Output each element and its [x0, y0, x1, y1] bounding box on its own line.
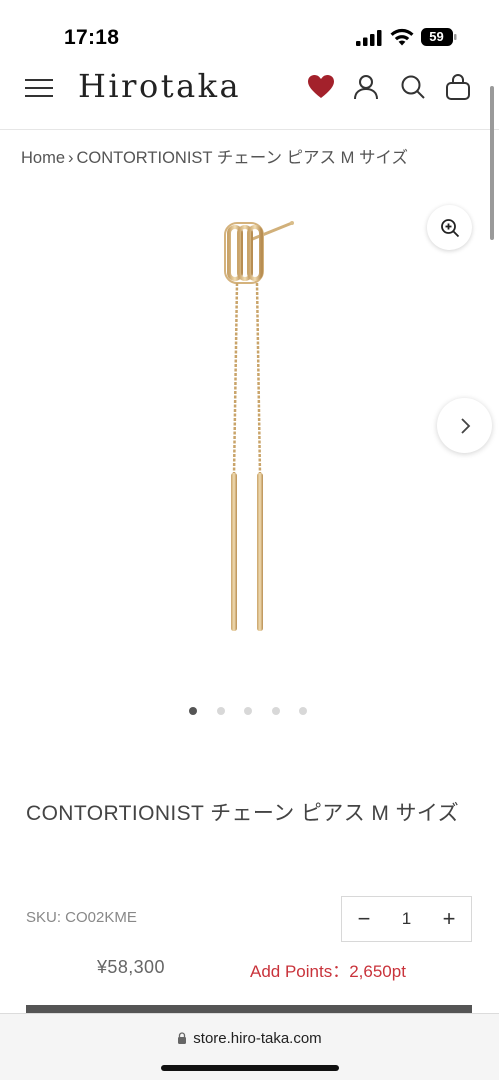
breadcrumb-current: CONTORTIONIST チェーン ピアス M サイズ — [76, 149, 408, 167]
site-logo[interactable]: Hirotaka — [78, 67, 241, 105]
account-icon[interactable] — [353, 74, 379, 100]
quantity-decrease-button[interactable]: − — [342, 897, 386, 941]
site-header: Hirotaka — [0, 64, 499, 130]
battery-icon: 59 — [421, 28, 457, 46]
gallery-dot-3[interactable] — [244, 707, 252, 715]
status-bar: 17:18 59 — [0, 0, 499, 64]
heart-icon[interactable] — [307, 74, 335, 100]
zoom-button[interactable] — [427, 205, 472, 250]
chevron-right-icon — [460, 417, 470, 434]
url-field[interactable]: store.hiro-taka.com — [0, 1030, 499, 1047]
next-image-button[interactable] — [437, 398, 492, 453]
gallery-dot-2[interactable] — [216, 707, 225, 715]
page-scrollbar[interactable] — [490, 86, 494, 240]
status-time: 17:18 — [64, 26, 120, 49]
menu-icon[interactable] — [25, 76, 55, 100]
home-indicator[interactable] — [161, 1065, 339, 1071]
gallery-dots — [189, 707, 307, 717]
url-text: store.hiro-taka.com — [193, 1030, 322, 1047]
search-icon[interactable] — [400, 74, 426, 100]
browser-address-bar: store.hiro-taka.com — [0, 1013, 499, 1080]
reward-points: Add Points：2,650pt — [250, 962, 406, 981]
product-title: CONTORTIONIST チェーン ピアス M サイズ — [26, 802, 460, 825]
quantity-value[interactable]: 1 — [386, 909, 427, 929]
breadcrumb-separator: › — [68, 149, 74, 167]
gallery-dot-1[interactable] — [189, 707, 197, 715]
battery-level: 59 — [429, 29, 444, 44]
breadcrumb: Home › CONTORTIONIST チェーン ピアス M サイズ — [21, 144, 408, 168]
breadcrumb-home[interactable]: Home — [21, 149, 65, 167]
lock-icon — [178, 1032, 187, 1044]
product-image[interactable] — [150, 205, 350, 645]
zoom-in-icon — [440, 218, 459, 237]
product-sku: SKU: CO02KME — [26, 909, 137, 926]
cart-icon[interactable] — [445, 73, 471, 101]
quantity-increase-button[interactable]: + — [427, 897, 471, 941]
product-price: ¥58,300 — [97, 957, 165, 977]
gallery-dot-5[interactable] — [299, 707, 307, 715]
gallery-dot-4[interactable] — [271, 707, 280, 715]
signal-icon — [356, 30, 382, 46]
wifi-icon — [390, 28, 414, 46]
quantity-stepper: − 1 + — [341, 896, 472, 942]
